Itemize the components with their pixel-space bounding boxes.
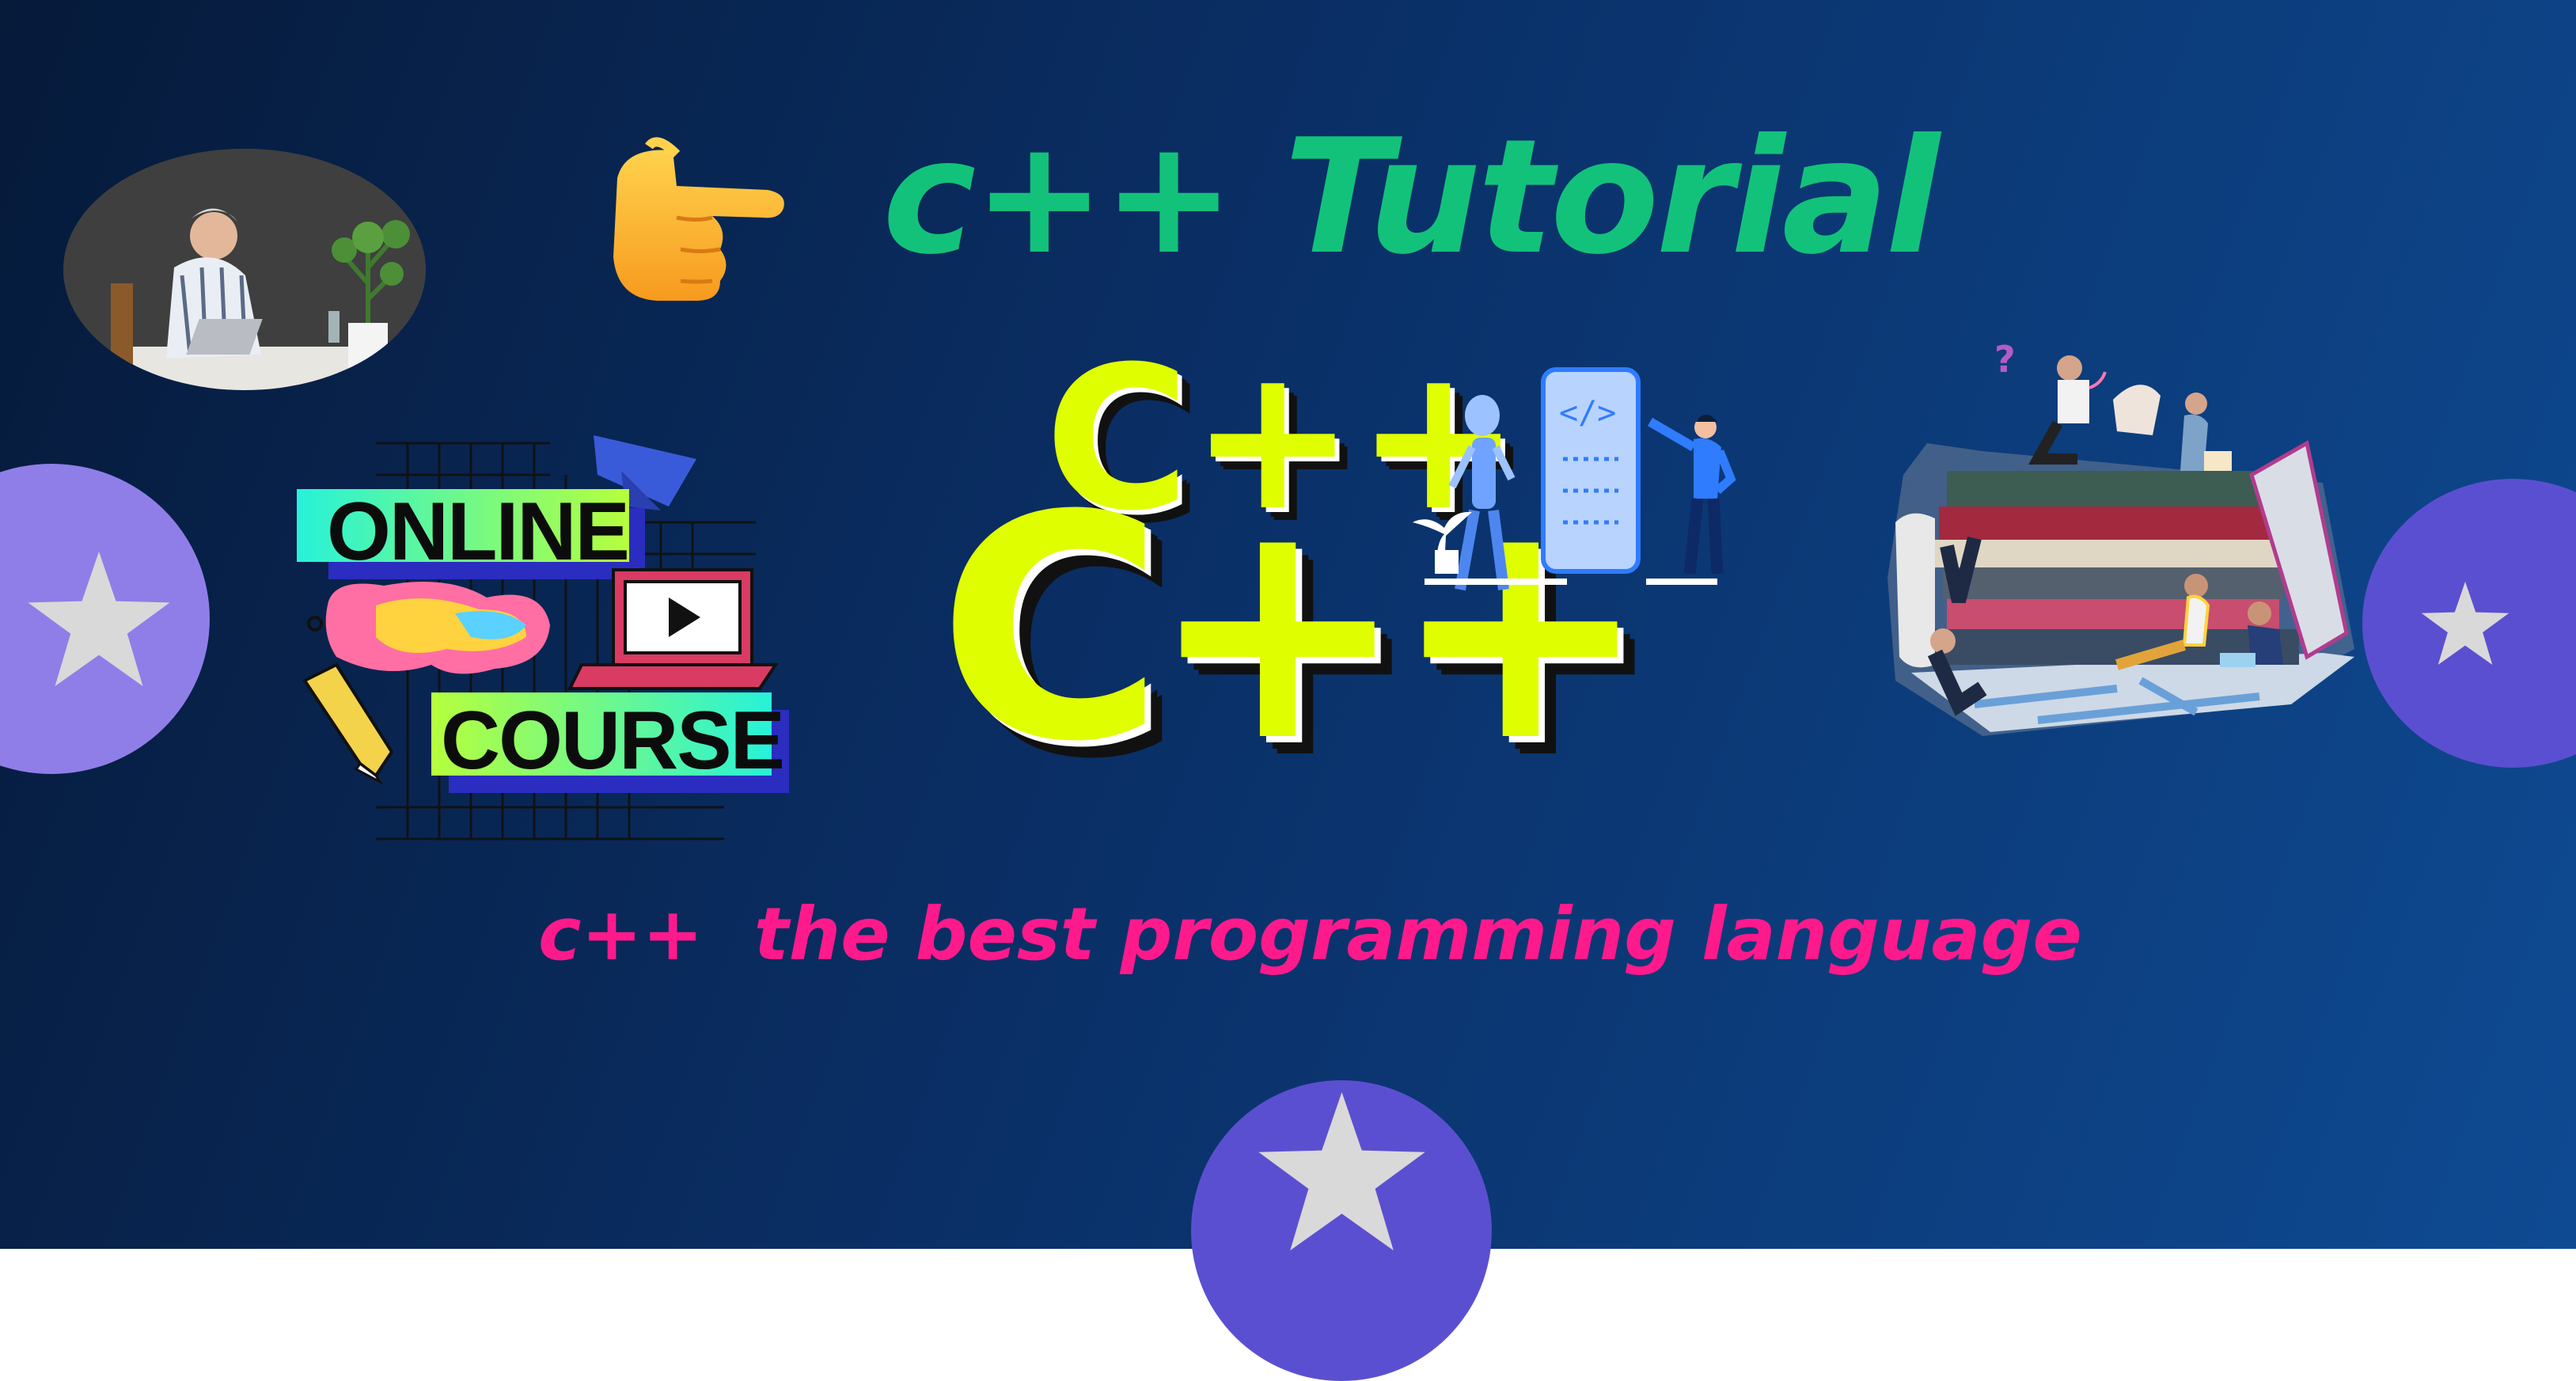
cpp-logo: C++ C++ — [938, 340, 1650, 910]
badge-line1: ONLINE — [327, 486, 630, 578]
robot-icon — [1448, 395, 1516, 591]
robot-phone-illustration: </> — [1389, 360, 1745, 629]
svg-text:?: ? — [1994, 340, 2016, 381]
pointing-hand-icon — [601, 131, 791, 309]
phone-code-text: </> — [1559, 395, 1616, 431]
star-icon — [28, 552, 170, 686]
pencil-icon — [302, 662, 394, 778]
star-icon — [1258, 1092, 1425, 1250]
tagline: c++ the best programming language — [538, 892, 2082, 977]
page-title: c++ Tutorial — [882, 105, 1940, 290]
online-course-badge: ONLINE COURSE — [289, 427, 811, 855]
star-circle-bottom — [1191, 1080, 1492, 1381]
badge-line2: COURSE — [441, 695, 785, 787]
books-collage: ? — [1880, 338, 2354, 736]
star-icon — [2421, 582, 2510, 665]
woman-laptop-photo — [63, 149, 426, 390]
